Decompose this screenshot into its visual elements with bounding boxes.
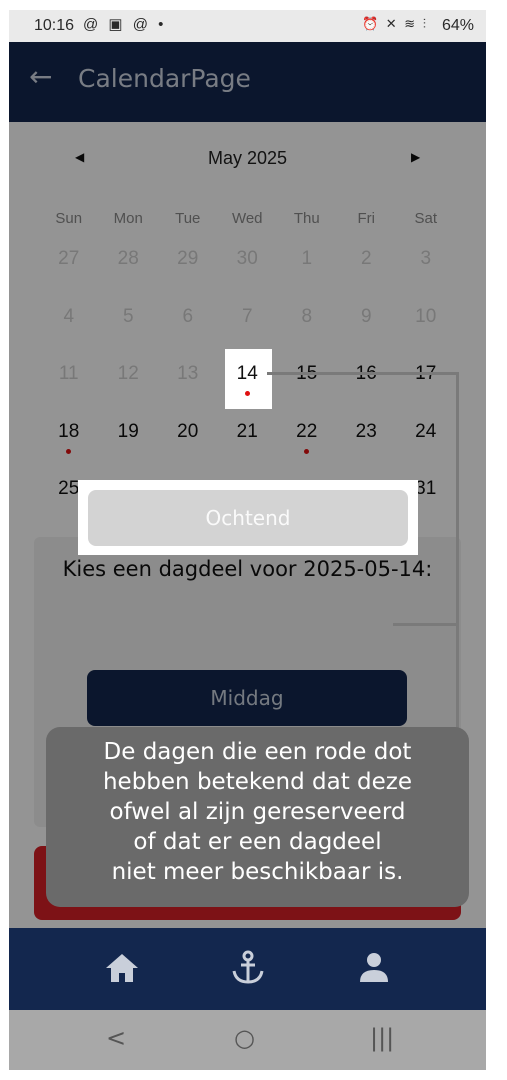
ochtend-highlight: Ochtend (78, 480, 418, 555)
system-recents-button[interactable]: ||| (370, 1024, 394, 1052)
notification-icons: @ ▣ @ • (83, 16, 167, 33)
tooltip-connector (393, 623, 457, 626)
tooltip-line: of dat er een dagdeel (133, 829, 382, 855)
battery-level: 64% (441, 17, 474, 34)
tooltip-line: hebben betekend dat deze (102, 769, 413, 795)
phone-screen: 10:16 @ ▣ @ • ⏰ ✕ ≋ ⫶ 64% ← CalendarPage… (9, 10, 486, 1070)
day-number: 14 (236, 363, 258, 384)
anchor-icon[interactable] (228, 948, 268, 988)
person-icon[interactable] (354, 948, 394, 988)
system-home-button[interactable]: ○ (234, 1024, 255, 1052)
tooltip-connector (267, 372, 459, 375)
tooltip-line: De dagen die een rode dot (103, 739, 412, 765)
system-navigation-bar: < ○ ||| (9, 1010, 486, 1070)
tooltip-connector (456, 372, 459, 732)
calendar-day-selected[interactable]: 14 (218, 349, 278, 419)
system-status-icons: ⏰ ✕ ≋ ⫶ (361, 16, 428, 31)
tutorial-tooltip: De dagen die een rode dot hebben beteken… (46, 727, 469, 907)
bottom-navigation (9, 928, 486, 1010)
status-time: 10:16 (34, 17, 75, 34)
status-bar: 10:16 @ ▣ @ • ⏰ ✕ ≋ ⫶ 64% (9, 10, 486, 42)
home-icon[interactable] (102, 948, 142, 988)
ochtend-button[interactable]: Ochtend (88, 490, 408, 546)
tooltip-line: niet meer beschikbaar is. (111, 859, 404, 885)
reserved-dot-icon (244, 391, 250, 396)
tooltip-line: ofwel al zijn gereserveerd (109, 799, 406, 825)
system-back-button[interactable]: < (106, 1024, 126, 1052)
